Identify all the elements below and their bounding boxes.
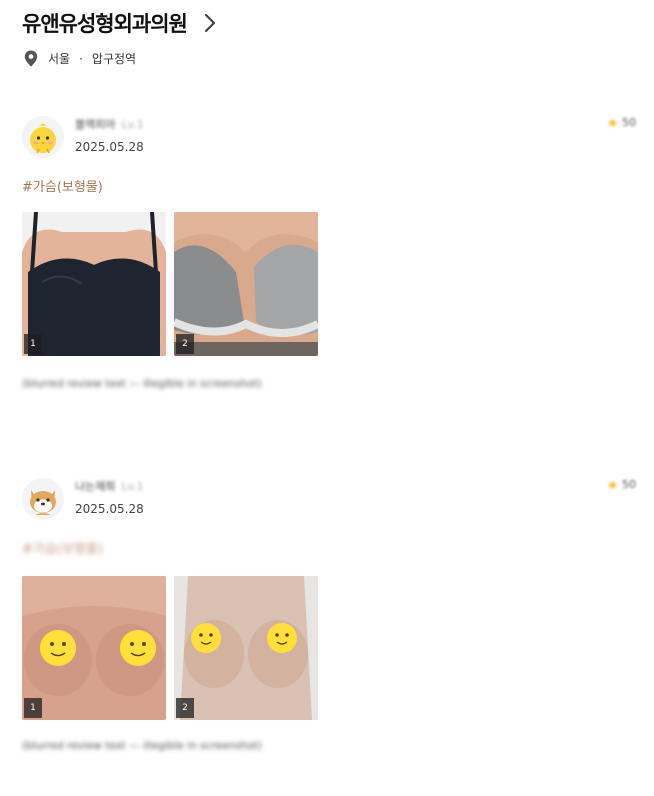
star-icon: ◆: [608, 116, 617, 129]
review-card[interactable]: 블랙피아 Lv.1 2025.05.28 ◆ 50 #가슴(보형물) 1 2 (bl…: [0, 112, 654, 452]
review-photo[interactable]: 2: [174, 576, 318, 720]
photo-image: [22, 576, 166, 720]
review-body[interactable]: (blurred review text — illegible in scre…: [22, 374, 637, 394]
review-card[interactable]: 나는재희 Lv.1 2025.05.28 ◆ 50 #가슴(보형물) 1 2 (…: [0, 474, 654, 796]
location-city: 서울: [48, 52, 71, 66]
points-badge: ◆ 50: [609, 478, 636, 491]
chevron-right-icon[interactable]: [203, 12, 217, 34]
review-date: 2025.05.28: [75, 502, 144, 516]
photo-image: [174, 576, 318, 720]
review-photo[interactable]: 1: [22, 212, 166, 356]
chick-avatar-icon: [22, 116, 64, 158]
star-icon: ◆: [608, 478, 617, 491]
review-photo[interactable]: 2: [174, 212, 318, 356]
photo-index: 1: [24, 698, 42, 718]
review-date: 2025.05.28: [75, 140, 144, 154]
reviewer-nickname[interactable]: 블랙피아 Lv.1: [75, 116, 144, 132]
treatment-tag[interactable]: #가슴(보형물): [22, 176, 103, 195]
photo-index: 1: [24, 334, 42, 354]
nickname-text: 블랙피아: [75, 118, 116, 131]
nickname-text: 나는재희: [75, 480, 116, 493]
photo-image: [174, 212, 318, 356]
points-badge: ◆ 50: [609, 116, 636, 129]
location-row: 서울 · 압구정역: [24, 50, 136, 67]
points-value: 50: [622, 116, 636, 129]
location-pin-icon: [24, 50, 38, 67]
photo-index: 2: [176, 334, 194, 354]
treatment-tag[interactable]: #가슴(보형물): [22, 538, 103, 557]
clinic-header[interactable]: 유앤유성형외과의원: [22, 8, 217, 38]
review-body[interactable]: (blurred review text — illegible in scre…: [22, 736, 637, 756]
review-photo[interactable]: 1: [22, 576, 166, 720]
photo-index: 2: [176, 698, 194, 718]
dog-avatar-icon: [22, 478, 64, 520]
location-district: 압구정역: [91, 52, 137, 66]
level-badge: Lv.1: [121, 118, 144, 131]
avatar: [22, 116, 64, 158]
reviewer-nickname[interactable]: 나는재희 Lv.1: [75, 478, 144, 494]
photo-image: [22, 212, 166, 356]
location-separator: ·: [79, 51, 83, 66]
avatar: [22, 478, 64, 520]
points-value: 50: [622, 478, 636, 491]
clinic-name[interactable]: 유앤유성형외과의원: [22, 8, 188, 38]
level-badge: Lv.1: [121, 480, 144, 493]
